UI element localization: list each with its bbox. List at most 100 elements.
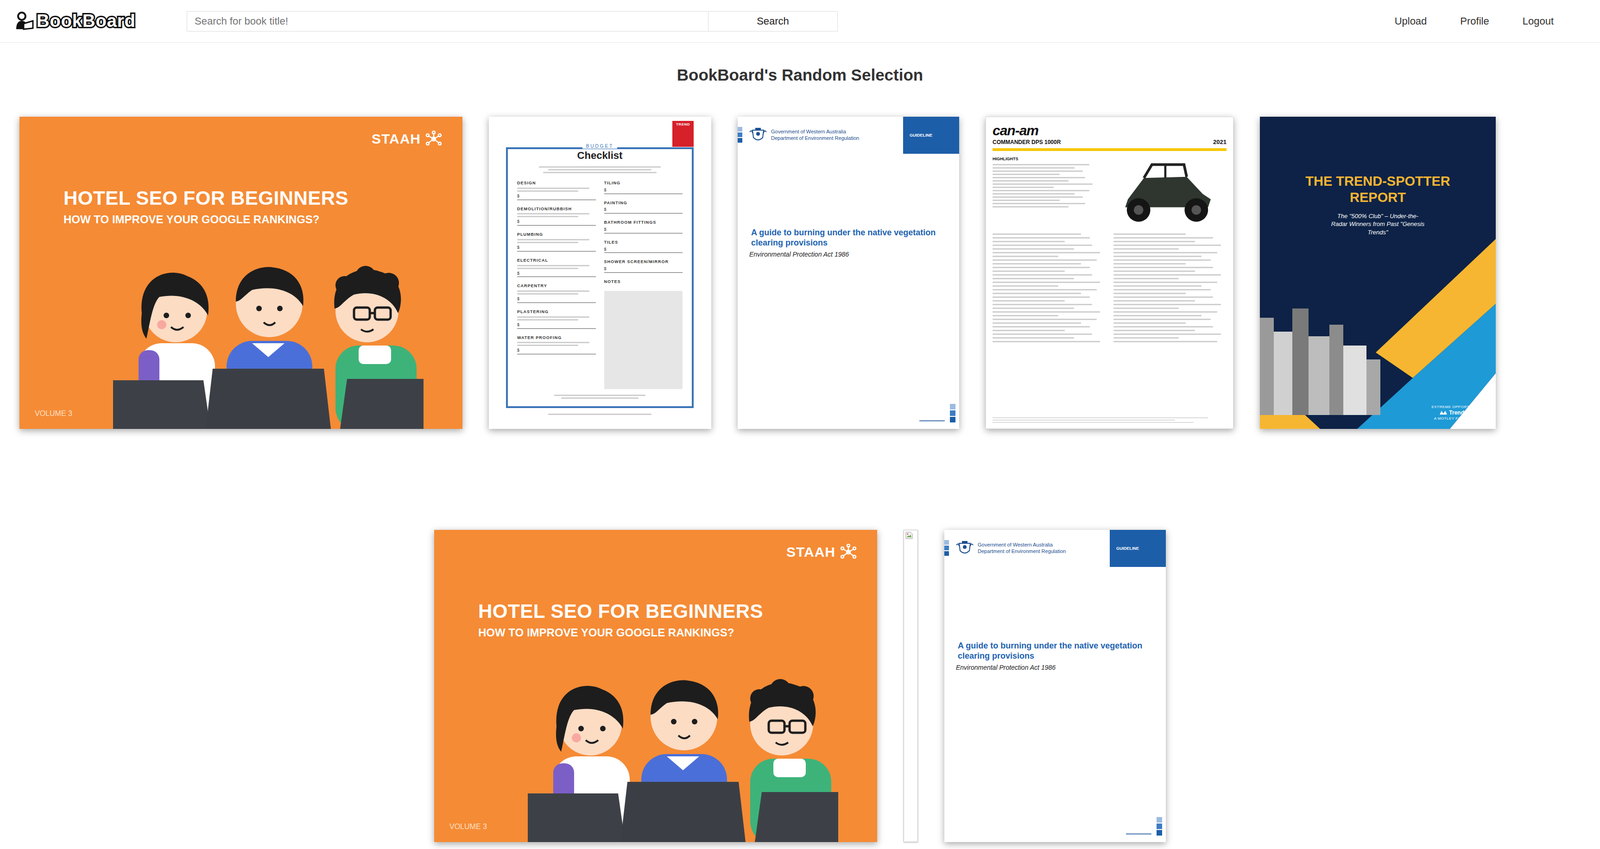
publisher-logo: EXTREME OPPORTUNITIESTrend-SpotterA MOTL… — [1431, 404, 1486, 421]
brand-badge: TREND — [672, 120, 694, 147]
spec-model-row: COMMANDER DPS 1000R2021 — [992, 138, 1227, 146]
fine-print-line — [992, 173, 1060, 176]
item-amount: $ — [517, 193, 596, 201]
fine-print-line — [1113, 244, 1221, 247]
fine-print-line — [554, 394, 646, 397]
spec-brand: can-am — [992, 123, 1227, 138]
strip-square — [949, 410, 956, 417]
fine-print-line — [992, 202, 1086, 205]
book-card[interactable]: STAAHHOTEL SEO FOR BEGINNERSHOW TO IMPRO… — [19, 116, 463, 430]
fine-print-line — [992, 278, 1075, 280]
government-name: Government of Western AustraliaDepartmen… — [977, 542, 1066, 556]
book-cover: THE TREND-SPOTTER REPORTThe "500% Club" … — [1259, 116, 1496, 430]
square-strip — [737, 126, 743, 154]
strip-square — [737, 126, 743, 132]
fine-print-line — [1113, 263, 1186, 265]
strip-square — [1156, 830, 1163, 836]
nav-link[interactable]: Upload — [1394, 15, 1428, 28]
book-card[interactable]: Government of Western AustraliaDepartmen… — [737, 116, 960, 430]
fine-print-line — [992, 274, 1093, 276]
item-label: TILING — [604, 180, 684, 186]
vehicle-image — [1104, 156, 1227, 227]
checklist-item: SHOWER SCREEN/MIRROR$ — [604, 259, 684, 273]
fine-print-line — [992, 206, 1069, 208]
square-strip — [949, 404, 956, 423]
search-input[interactable] — [186, 11, 709, 32]
guide-footer — [944, 817, 1166, 843]
book-card[interactable]: TRENDBUDGETChecklistDESIGN$DEMOLITION/RU… — [488, 116, 712, 430]
strip-square — [944, 551, 949, 557]
logo-text[interactable]: BookBoard — [36, 11, 136, 32]
fine-print-line — [1113, 322, 1186, 324]
checklist-grid: DESIGN$DEMOLITION/RUBBISH$PLUMBING$ELECT… — [517, 180, 683, 390]
fine-print-line — [992, 311, 1101, 313]
fine-print-line — [517, 215, 579, 218]
fine-print — [550, 394, 650, 399]
checklist-item: TILING$ — [604, 180, 684, 195]
fine-print-line — [517, 290, 590, 292]
fine-print-line — [517, 190, 579, 192]
fine-print-line — [992, 318, 1097, 321]
item-label: PLUMBING — [517, 232, 596, 238]
guide-subtitle: Environmental Protection Act 1986 — [749, 250, 941, 259]
reader-icon — [14, 11, 35, 31]
book-card[interactable]: Government of Western AustraliaDepartmen… — [944, 530, 1166, 843]
fine-print-line — [992, 183, 1093, 185]
fine-print — [992, 164, 1098, 208]
fine-print — [517, 316, 596, 321]
book-card[interactable]: THE TREND-SPOTTER REPORTThe "500% Club" … — [1259, 116, 1496, 430]
cover-brand: STAAH — [449, 543, 857, 561]
item-amount: $ — [517, 245, 596, 252]
cover-title-block: HOTEL SEO FOR BEGINNERSHOW TO IMPROVE YO… — [63, 187, 443, 227]
book-cover: STAAHHOTEL SEO FOR BEGINNERSHOW TO IMPRO… — [19, 116, 463, 430]
spec-top: HIGHLIGHTS — [992, 156, 1227, 227]
book-row: STAAHHOTEL SEO FOR BEGINNERSHOW TO IMPRO… — [0, 116, 1600, 430]
fine-print — [517, 213, 596, 218]
guideline-tag: GUIDELINE — [1109, 530, 1166, 568]
nav-link[interactable]: Profile — [1460, 15, 1489, 28]
book-card[interactable]: STAAHHOTEL SEO FOR BEGINNERSHOW TO IMPRO… — [434, 530, 878, 843]
item-amount: $ — [517, 219, 596, 226]
bookboard-logo[interactable]: BookBoard — [14, 11, 187, 32]
book-cover: Government of Western AustraliaDepartmen… — [737, 116, 960, 430]
crest-icon — [955, 540, 974, 557]
search-button[interactable]: Search — [708, 11, 838, 32]
fine-print-line — [992, 193, 1075, 195]
checklist-item: PLUMBING $ — [517, 232, 596, 252]
fine-print-line — [517, 316, 590, 318]
book-gallery: STAAH HOTEL SEO FOR BEGINNERSHOW TO IMPRO… — [0, 116, 1600, 849]
cover-bottom: VOLUME 3 — [449, 670, 857, 843]
document-code — [919, 420, 948, 422]
fine-print-line — [992, 189, 1090, 192]
fine-print-line — [992, 164, 1090, 166]
fine-print-line — [992, 252, 1101, 254]
item-label: TILES — [604, 240, 684, 246]
checklist-item: DEMOLITION/RUBBISH$ — [517, 206, 596, 227]
nav-link[interactable]: Logout — [1522, 15, 1554, 28]
fine-print-line — [1113, 281, 1218, 284]
checklist-eyebrow: BUDGET — [582, 143, 618, 149]
checklist-column: TILING$PAINTING$BATHROOM FITTINGS$TILES$… — [604, 180, 684, 390]
strip-square — [944, 545, 949, 551]
fine-print-line — [1113, 285, 1202, 287]
book-card[interactable]: can-amCOMMANDER DPS 1000R2021 HIGHLIGHTS — [985, 116, 1234, 430]
fine-print-line — [1113, 311, 1218, 313]
item-amount: $ — [517, 322, 596, 329]
document-code — [1125, 833, 1154, 835]
cover-bottom: VOLUME 3 — [34, 257, 443, 430]
fine-print-line — [992, 296, 1090, 298]
fine-print-line — [992, 307, 1075, 310]
cover-footer — [543, 413, 657, 416]
item-label: BATHROOM FITTINGS — [604, 220, 684, 226]
spec-year: 2021 — [1213, 138, 1227, 146]
fine-print-line — [992, 341, 1101, 343]
spec-highlights: HIGHLIGHTS — [992, 156, 1098, 227]
fine-print-line — [517, 241, 579, 244]
guide-title: A guide to burning under the native vege… — [751, 227, 941, 248]
logo-brand: Trend-Spotter — [1448, 409, 1486, 417]
book-card[interactable] — [903, 530, 918, 843]
fine-print — [919, 420, 948, 422]
checklist-item: PAINTING$ — [604, 200, 684, 215]
fine-print-line — [1113, 278, 1180, 280]
fine-print-line — [1113, 315, 1202, 317]
